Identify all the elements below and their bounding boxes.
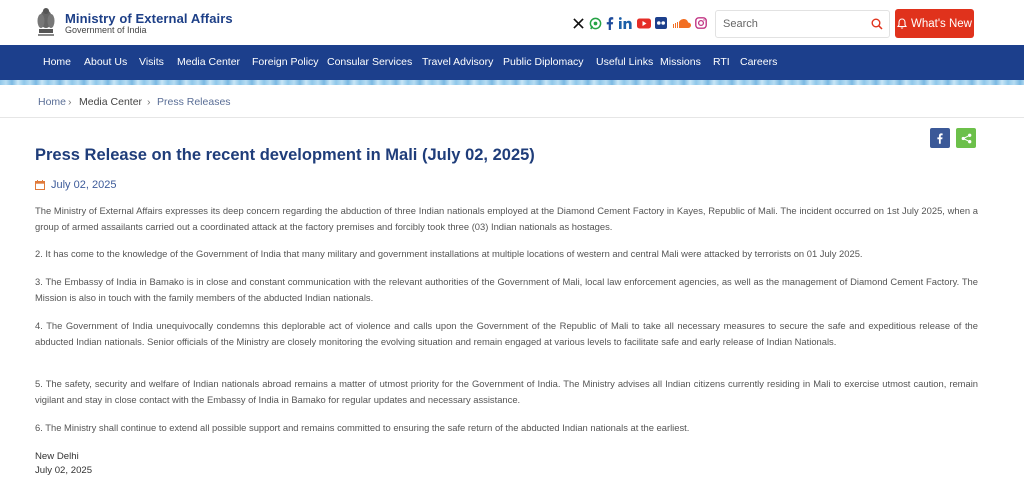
nav-item-media-center[interactable]: Media Center xyxy=(177,56,240,68)
search-icon[interactable] xyxy=(871,18,883,30)
instagram-icon[interactable] xyxy=(695,15,707,31)
breadcrumb-separator: › xyxy=(147,96,151,108)
search-input[interactable] xyxy=(716,11,866,37)
share-button[interactable] xyxy=(956,128,976,148)
article-paragraph: 3. The Embassy of India in Bamako is in … xyxy=(35,276,978,303)
nav-item-home[interactable]: Home xyxy=(43,56,71,68)
nav-item-consular-services[interactable]: Consular Services xyxy=(327,56,412,68)
article-signoff-date: July 02, 2025 xyxy=(35,465,93,476)
whatsapp-icon[interactable] xyxy=(588,15,602,31)
national-emblem-icon[interactable] xyxy=(34,5,58,39)
breadcrumb xyxy=(0,85,1024,118)
facebook-icon xyxy=(937,132,943,144)
breadcrumb-press-releases: Press Releases xyxy=(157,96,231,108)
article-paragraph: 5. The safety, security and welfare of I… xyxy=(35,378,978,405)
page-title: Press Release on the recent development … xyxy=(35,146,535,164)
nav-item-foreign-policy[interactable]: Foreign Policy xyxy=(252,56,319,68)
facebook-icon[interactable] xyxy=(605,15,615,31)
calendar-icon xyxy=(35,180,45,190)
nav-item-about-us[interactable]: About Us xyxy=(84,56,127,68)
article-paragraph: 2. It has come to the knowledge of the G… xyxy=(35,248,863,259)
share-icon xyxy=(961,133,971,143)
nav-item-useful-links[interactable]: Useful Links xyxy=(596,56,653,68)
article-paragraph: 6. The Ministry shall continue to extend… xyxy=(35,422,690,433)
nav-item-travel-advisory[interactable]: Travel Advisory xyxy=(422,56,493,68)
site-subtitle: Government of India xyxy=(65,25,147,35)
breadcrumb-media-center[interactable]: Media Center xyxy=(79,96,142,108)
nav-item-visits[interactable]: Visits xyxy=(139,56,164,68)
nav-item-rti[interactable]: RTI xyxy=(713,56,730,68)
breadcrumb-separator: › xyxy=(68,96,72,108)
breadcrumb-home[interactable]: Home xyxy=(38,96,66,108)
x-icon[interactable] xyxy=(572,15,584,31)
linkedin-icon[interactable] xyxy=(619,15,632,31)
share-facebook-button[interactable] xyxy=(930,128,950,148)
flickr-icon[interactable] xyxy=(655,15,667,31)
soundcloud-icon[interactable] xyxy=(672,15,691,31)
nav-item-public-diplomacy[interactable]: Public Diplomacy xyxy=(503,56,584,68)
article-place: New Delhi xyxy=(35,451,79,462)
whats-new-button[interactable]: What's New xyxy=(895,9,974,38)
site-title[interactable]: Ministry of External Affairs xyxy=(65,11,233,26)
nav-item-careers[interactable]: Careers xyxy=(740,56,777,68)
youtube-icon[interactable] xyxy=(636,15,651,31)
article-paragraph: The Ministry of External Affairs express… xyxy=(35,205,978,232)
whats-new-label: What's New xyxy=(911,17,972,30)
nav-item-missions[interactable]: Missions xyxy=(660,56,701,68)
article-paragraph: 4. The Government of India unequivocally… xyxy=(35,320,978,347)
article-date: July 02, 2025 xyxy=(35,179,116,191)
site-header: Ministry of External Affairs Government … xyxy=(0,0,1024,45)
search-box xyxy=(715,10,890,38)
article-date-text: July 02, 2025 xyxy=(51,179,117,191)
bell-icon xyxy=(897,18,907,29)
